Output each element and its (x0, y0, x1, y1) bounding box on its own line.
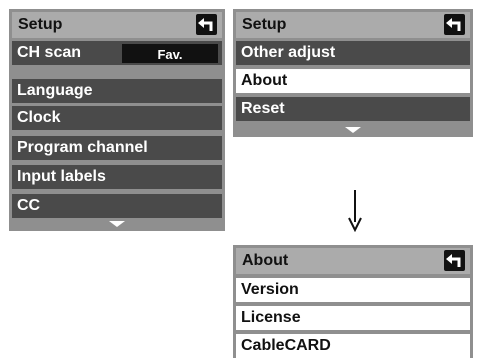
menu-item-cc[interactable]: CC (12, 194, 222, 218)
menu-title: Setup (242, 16, 287, 33)
menu-item-cablecard[interactable]: CableCARD (236, 334, 470, 358)
menu-title-bar: Setup (236, 12, 470, 38)
menu-item-clock[interactable]: Clock (12, 106, 222, 130)
setup-submenu-panel: Setup Other adjust About Reset (233, 9, 473, 137)
menu-item-input-labels[interactable]: Input labels (12, 165, 222, 189)
ch-scan-value: Fav. (122, 44, 218, 63)
menu-item-label: Language (17, 82, 93, 99)
menu-item-program-channel[interactable]: Program channel (12, 136, 222, 160)
chevron-down-icon[interactable] (109, 221, 125, 227)
menu-item-reset[interactable]: Reset (236, 97, 470, 121)
menu-item-language[interactable]: Language (12, 79, 222, 103)
menu-item-label: About (241, 72, 288, 89)
menu-item-label: CH scan (17, 44, 82, 61)
back-icon[interactable] (444, 250, 465, 271)
menu-item-label: CC (17, 197, 41, 214)
menu-item-label: Version (241, 281, 299, 298)
menu-item-ch-scan[interactable]: CH scan Fav. (12, 41, 222, 65)
menu-item-label: Reset (241, 100, 285, 117)
menu-title-bar: About (236, 248, 470, 274)
about-menu-panel: About Version License CableCARD (233, 245, 473, 358)
menu-item-about[interactable]: About (236, 69, 470, 93)
chevron-down-icon[interactable] (345, 127, 361, 133)
menu-item-label: License (241, 309, 301, 326)
menu-item-label: Clock (17, 109, 61, 126)
menu-title: Setup (18, 16, 63, 33)
menu-item-label: Program channel (17, 139, 148, 156)
menu-title-bar: Setup (12, 12, 222, 38)
back-icon[interactable] (444, 14, 465, 35)
back-icon[interactable] (196, 14, 217, 35)
arrow-down-icon (348, 190, 362, 232)
setup-menu-panel: Setup CH scan Fav. Language Clock Progra… (9, 9, 225, 231)
menu-item-license[interactable]: License (236, 306, 470, 330)
menu-item-label: CableCARD (241, 337, 331, 354)
menu-title: About (242, 252, 289, 269)
menu-item-other-adjust[interactable]: Other adjust (236, 41, 470, 65)
menu-item-version[interactable]: Version (236, 278, 470, 302)
menu-item-label: Other adjust (241, 44, 336, 61)
menu-item-label: Input labels (17, 168, 106, 185)
